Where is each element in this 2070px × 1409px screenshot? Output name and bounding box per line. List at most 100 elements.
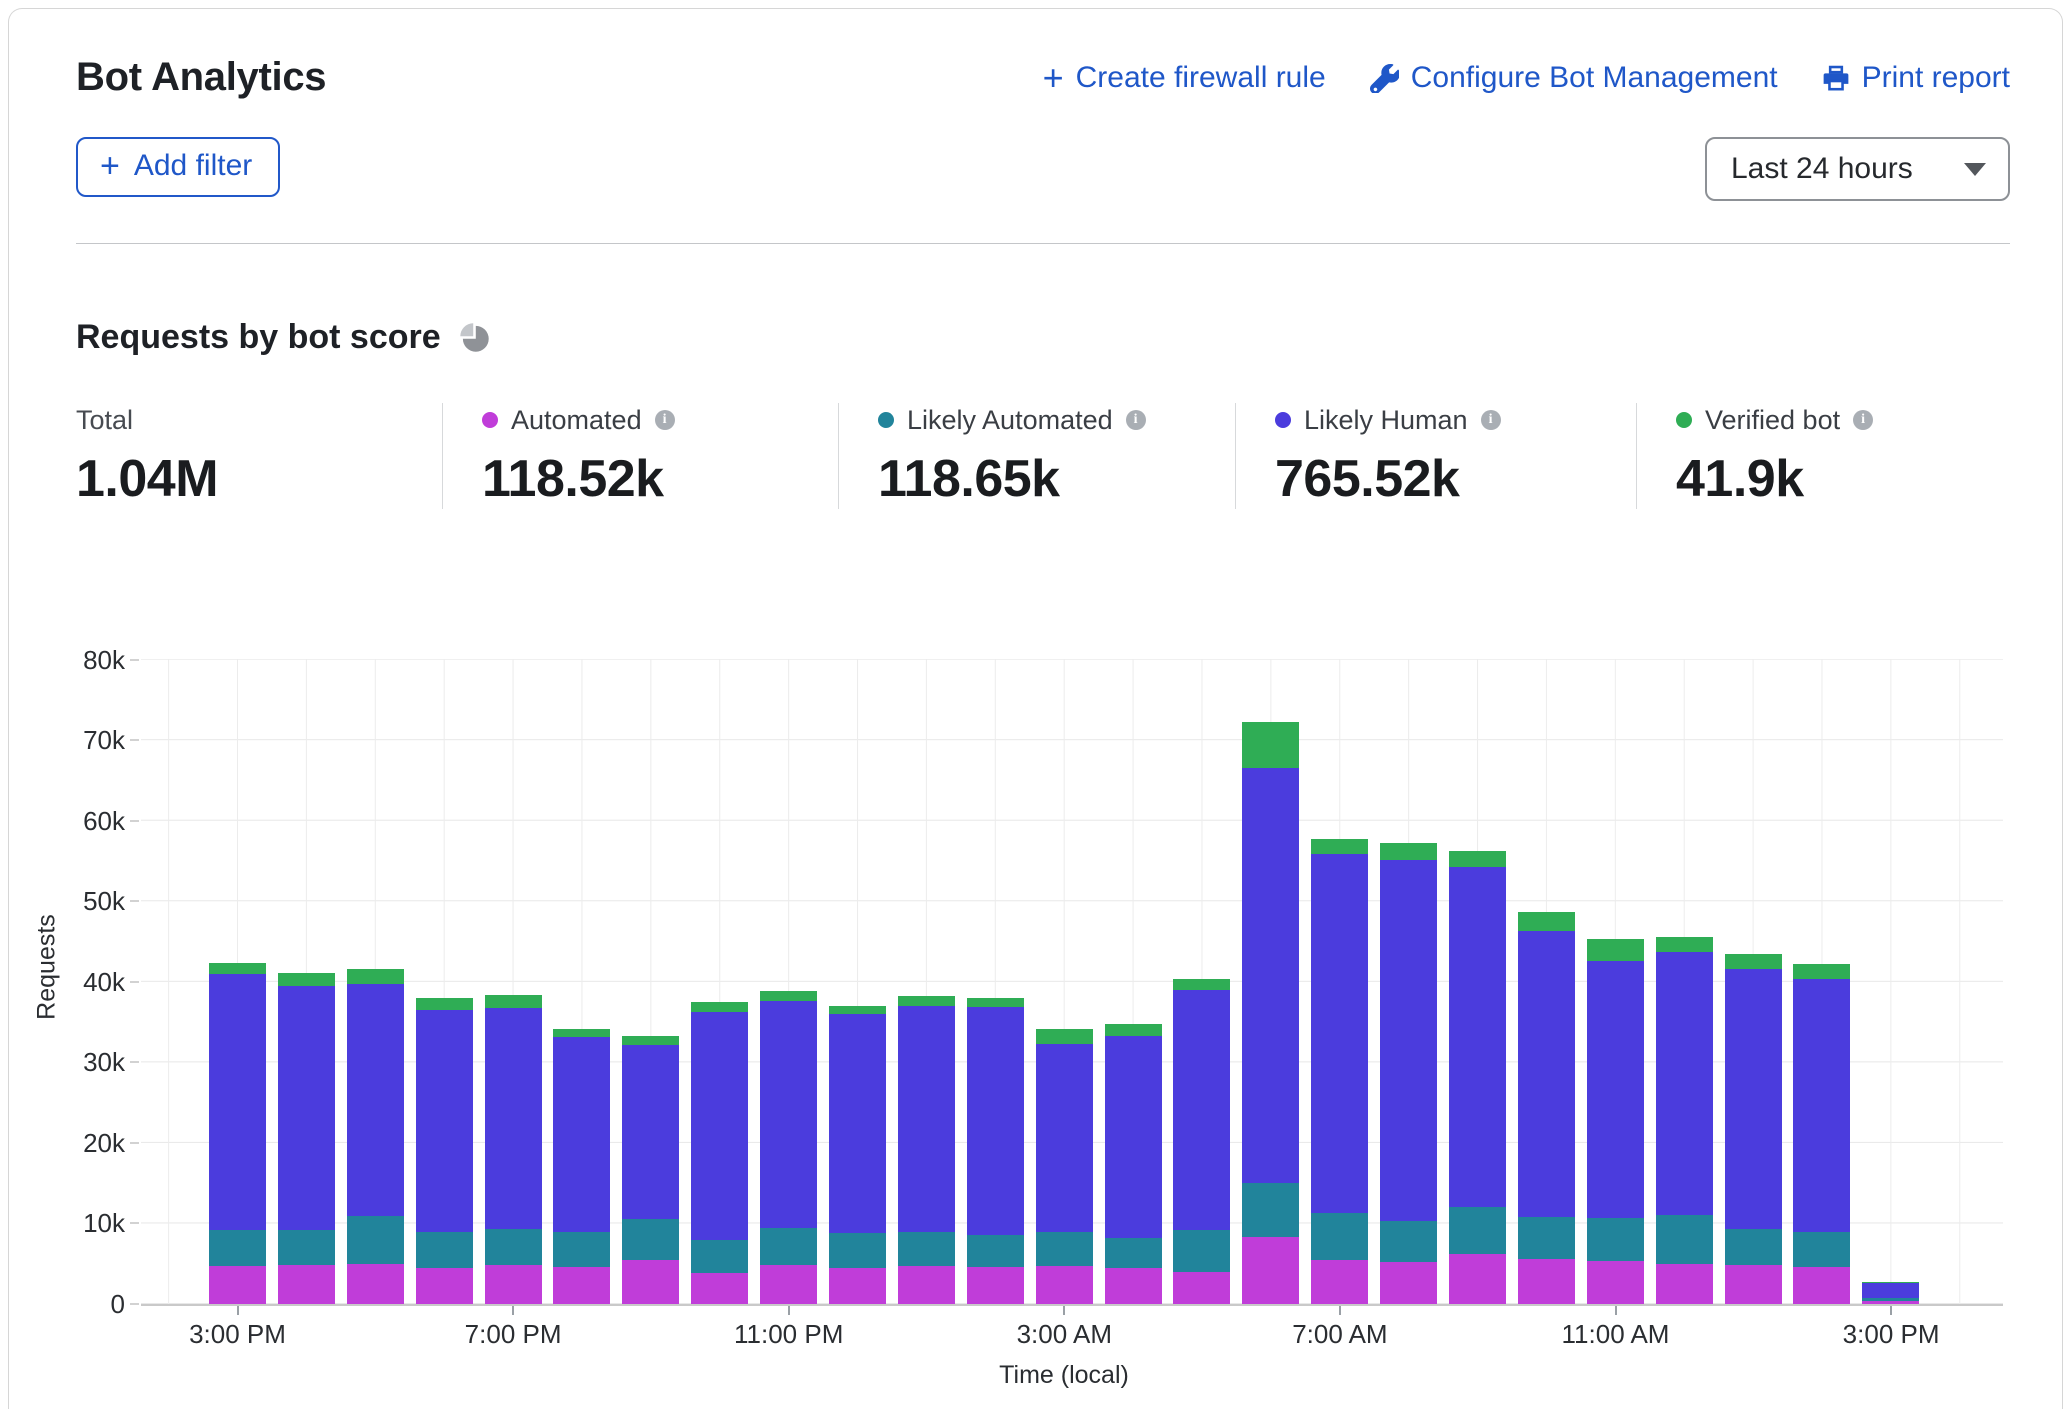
bar-column-8[interactable]: [760, 659, 829, 1304]
bar-segment-likely-human: [1311, 854, 1368, 1213]
x-axis-label: 11:00 AM: [1562, 1319, 1670, 1350]
bar-segment-automated: [1449, 1254, 1506, 1304]
time-range-value: Last 24 hours: [1731, 152, 1913, 186]
bar-segment-likely-automated: [1242, 1183, 1299, 1237]
y-axis-label: 80k: [15, 645, 125, 675]
bar-segment-verified-bot: [691, 1002, 748, 1012]
bar-segment-automated: [1725, 1265, 1782, 1304]
x-axis-tick: [512, 1306, 514, 1315]
action-label: Print report: [1862, 61, 2010, 95]
stacked-bar: [1449, 851, 1506, 1304]
bar-segment-verified-bot: [1036, 1029, 1093, 1043]
bar-column-14[interactable]: [1173, 659, 1242, 1304]
y-axis-tick: [130, 1303, 139, 1305]
bar-column-1[interactable]: [278, 659, 347, 1304]
bar-column-4[interactable]: [485, 659, 554, 1304]
stat-verified-bot: Verified boti41.9k: [1636, 403, 2016, 509]
bar-segment-likely-human: [1862, 1283, 1919, 1298]
bar-column-16[interactable]: [1311, 659, 1380, 1304]
action-link-print-report[interactable]: Print report: [1822, 61, 2010, 95]
bar-column-5[interactable]: [553, 659, 622, 1304]
bar-column-18[interactable]: [1449, 659, 1518, 1304]
bar-column-0[interactable]: [209, 659, 278, 1304]
bar-column-23[interactable]: [1793, 659, 1862, 1304]
bar-segment-verified-bot: [1173, 979, 1230, 989]
add-filter-label: Add filter: [134, 149, 252, 183]
info-icon[interactable]: i: [655, 410, 675, 430]
bar-segment-automated: [1311, 1260, 1368, 1304]
bar-column-20[interactable]: [1587, 659, 1656, 1304]
bar-segment-likely-automated: [1725, 1229, 1782, 1264]
time-range-select[interactable]: Last 24 hours: [1705, 137, 2010, 201]
bar-segment-likely-automated: [209, 1230, 266, 1266]
bar-segment-likely-human: [1173, 990, 1230, 1230]
stacked-bar: [1518, 912, 1575, 1304]
info-icon[interactable]: i: [1853, 410, 1873, 430]
bar-segment-likely-automated: [278, 1230, 335, 1265]
bar-column-17[interactable]: [1380, 659, 1449, 1304]
y-axis-label: 20k: [15, 1128, 125, 1158]
bar-column-2[interactable]: [347, 659, 416, 1304]
bar-segment-automated: [1173, 1272, 1230, 1304]
bar-column-12[interactable]: [1036, 659, 1105, 1304]
bar-column-10[interactable]: [898, 659, 967, 1304]
stat-label: Total: [76, 405, 133, 436]
stat-likely-automated: Likely Automatedi118.65k: [838, 403, 1235, 509]
card-header: Bot Analytics +Create firewall ruleConfi…: [9, 9, 2062, 244]
bar-segment-automated: [553, 1267, 610, 1304]
bar-segment-verified-bot: [898, 996, 955, 1006]
bar-column-11[interactable]: [967, 659, 1036, 1304]
y-axis-tick: [130, 820, 139, 822]
bar-column-3[interactable]: [416, 659, 485, 1304]
bar-segment-automated: [278, 1265, 335, 1304]
bar-segment-likely-human: [1380, 860, 1437, 1221]
stacked-bar: [622, 1036, 679, 1304]
bar-segment-likely-automated: [485, 1229, 542, 1264]
bar-segment-verified-bot: [1587, 939, 1644, 961]
bar-segment-likely-human: [1725, 969, 1782, 1229]
bar-segment-automated: [829, 1268, 886, 1304]
bar-segment-likely-human: [1105, 1036, 1162, 1238]
wrench-icon: [1370, 64, 1399, 93]
bar-segment-verified-bot: [278, 973, 335, 986]
add-filter-button[interactable]: + Add filter: [76, 137, 280, 197]
bar-segment-likely-human: [278, 986, 335, 1230]
stacked-bar: [416, 998, 473, 1304]
bar-column-19[interactable]: [1518, 659, 1587, 1304]
bar-column-9[interactable]: [829, 659, 898, 1304]
bar-segment-likely-automated: [553, 1232, 610, 1267]
y-axis-label: 40k: [15, 967, 125, 997]
bar-segment-likely-human: [1587, 961, 1644, 1218]
action-link-configure-bot-management[interactable]: Configure Bot Management: [1370, 61, 1778, 95]
bar-column-15[interactable]: [1242, 659, 1311, 1304]
bar-column-24[interactable]: [1862, 659, 1931, 1304]
info-icon[interactable]: i: [1481, 410, 1501, 430]
bar-segment-likely-automated: [622, 1219, 679, 1260]
bar-segment-verified-bot: [1656, 937, 1713, 952]
bar-segment-likely-automated: [1311, 1213, 1368, 1260]
bar-segment-automated: [1587, 1261, 1644, 1304]
info-icon[interactable]: i: [1126, 410, 1146, 430]
bar-column-22[interactable]: [1725, 659, 1794, 1304]
bar-segment-automated: [1036, 1266, 1093, 1304]
stacked-bar: [1036, 1029, 1093, 1304]
bar-segment-verified-bot: [1105, 1024, 1162, 1036]
stacked-bar: [347, 969, 404, 1304]
bar-segment-likely-automated: [967, 1235, 1024, 1267]
stacked-bar: [1173, 979, 1230, 1304]
bar-column-21[interactable]: [1656, 659, 1725, 1304]
y-axis-tick: [130, 659, 139, 661]
bar-column-13[interactable]: [1105, 659, 1174, 1304]
bar-segment-verified-bot: [829, 1006, 886, 1014]
bar-segment-automated: [485, 1265, 542, 1304]
bar-segment-verified-bot: [1242, 722, 1299, 767]
bar-segment-automated: [347, 1264, 404, 1304]
bar-segment-likely-human: [1518, 931, 1575, 1217]
stat-label: Likely Automated: [907, 405, 1113, 436]
y-axis-title: Requests: [33, 867, 62, 1067]
bar-segment-likely-human: [691, 1012, 748, 1241]
bar-column-7[interactable]: [691, 659, 760, 1304]
stat-label: Likely Human: [1304, 405, 1468, 436]
bar-column-6[interactable]: [622, 659, 691, 1304]
action-link-create-firewall-rule[interactable]: +Create firewall rule: [1043, 61, 1326, 95]
